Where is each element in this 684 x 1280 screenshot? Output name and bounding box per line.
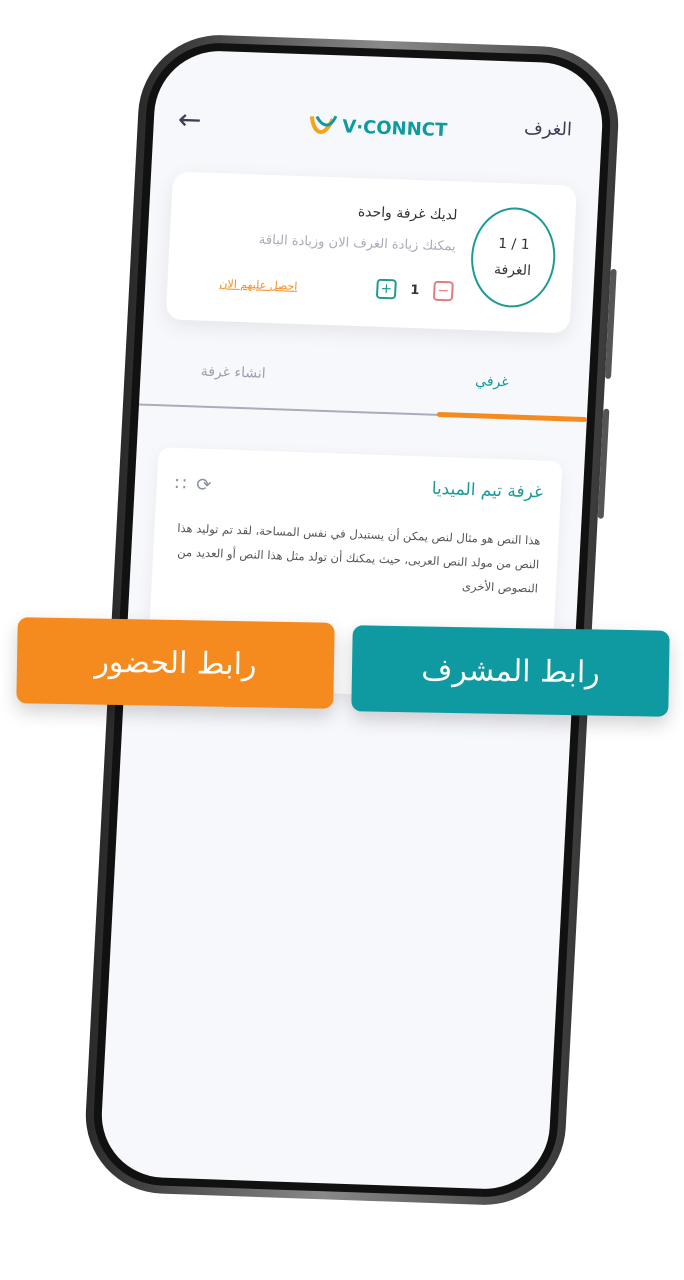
upgrade-hint: يمكنك زيادة الغرف الان وزيادة الباقة — [258, 232, 457, 255]
room-count: 1 / 1 — [497, 235, 531, 254]
room-count-circle: 1 / 1 الغرفة — [468, 206, 558, 309]
logo-text: V·CONNCT — [341, 115, 448, 141]
page-title: الغرف — [523, 117, 573, 141]
power-button — [597, 408, 610, 519]
refresh-icon[interactable]: ⟳ — [196, 475, 212, 496]
quantity-stepper: − 1 + — [375, 278, 454, 302]
room-description: هذا النص هو مثال لنص يمكن أن يستبدل في ن… — [176, 520, 541, 596]
get-now-link[interactable]: احصل عليهم الان — [219, 277, 298, 293]
moderator-link-button[interactable]: رابط المشرف — [351, 625, 670, 717]
active-tab-indicator — [436, 411, 587, 423]
header: الغرف V·CONNCT ← — [153, 99, 603, 155]
quantity-value: 1 — [409, 282, 420, 298]
arrow-left-icon[interactable]: ← — [177, 103, 202, 137]
tab-my-rooms[interactable]: غرفي — [475, 373, 509, 390]
grid-icon[interactable]: ∷ — [174, 474, 187, 495]
minus-button[interactable]: − — [432, 280, 454, 302]
room-count-unit: الغرفة — [493, 261, 532, 280]
rooms-info: لديك غرفة واحدة — [357, 204, 458, 224]
volume-button — [604, 268, 617, 379]
room-title: غرفة تيم الميديا — [431, 478, 544, 503]
plus-button[interactable]: + — [375, 278, 397, 300]
attendance-link-button[interactable]: رابط الحضور — [16, 617, 335, 709]
room-actions: ∷ ⟳ — [174, 474, 212, 496]
rooms-summary-card: 1 / 1 الغرفة لديك غرفة واحدة يمكنك زيادة… — [165, 171, 578, 334]
logo-icon — [309, 115, 338, 134]
logo: V·CONNCT — [308, 112, 448, 143]
tab-create-room[interactable]: انشاء غرفة — [200, 364, 266, 382]
tabs: غرفي انشاء غرفة — [138, 353, 590, 423]
